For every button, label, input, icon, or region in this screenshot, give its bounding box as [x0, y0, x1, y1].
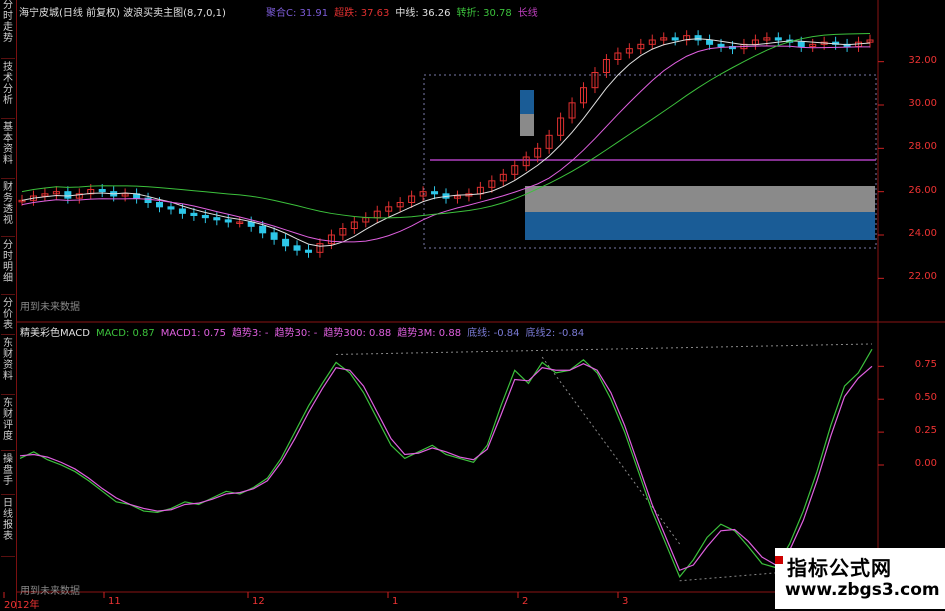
trend-line-upper	[336, 343, 873, 355]
candle-body-25	[304, 249, 312, 253]
bottom-legend-item-1: MACD: 0.87	[95, 328, 155, 339]
side-tab-bar: 分时走势技术分析基本资料财务透视分时明细分价表东财资料东财评度操盘手日线报表	[0, 0, 17, 609]
side-tab-1[interactable]: 技术分析	[1, 62, 15, 119]
side-tab-3[interactable]: 财务透视	[1, 182, 15, 237]
forecast-band-gray	[525, 186, 875, 212]
candle-body-20	[247, 221, 255, 227]
candle-body-36	[431, 191, 439, 195]
bottom-legend-item-8: 底线2: -0.84	[525, 328, 585, 339]
x-tick-label-5: 3	[622, 596, 629, 607]
bottom-panel-legend: 精美彩色MACD MACD: 0.87 MACD1: 0.75 趋势3: - 趋势30:…	[20, 324, 590, 339]
candle-body-66	[774, 37, 782, 41]
x-tick-label-2: 12	[252, 596, 265, 607]
macd-series-1	[19, 363, 873, 572]
candle-body-16	[201, 215, 209, 219]
candle-body-14	[178, 208, 186, 214]
side-tab-6[interactable]: 东财资料	[1, 338, 15, 395]
no-future-note-top: 用到未来数据	[20, 302, 80, 313]
watermark-url: www.zbgs3.com	[785, 580, 940, 600]
candle-body-61	[717, 43, 725, 47]
bottom-legend-item-6: 趋势3M: 0.88	[397, 328, 462, 339]
side-tab-8[interactable]: 操盘手	[1, 454, 15, 495]
candle-body-7	[98, 189, 106, 193]
legend-block-gray	[520, 114, 534, 136]
top-legend-item-4: 长线	[517, 8, 538, 19]
macd-series-0	[19, 348, 873, 579]
trend-line-lower	[679, 572, 776, 582]
candle-body-13	[167, 206, 175, 210]
top-legend-item-0: 聚合C: 31.91	[266, 8, 329, 19]
side-tab-9[interactable]: 日线报表	[1, 498, 15, 557]
no-future-note-bottom: 用到未来数据	[20, 586, 80, 597]
candle-body-24	[293, 245, 301, 251]
side-tab-4[interactable]: 分时明细	[1, 240, 15, 295]
bottom-legend-item-3: 趋势3: -	[231, 328, 269, 339]
candle-body-68	[797, 41, 805, 48]
macd-tick-label-2: 0.25	[914, 425, 937, 437]
macd-tick-label-1: 0.50	[914, 392, 937, 404]
bottom-legend-item-4: 趋势30: -	[274, 328, 318, 339]
price-tick-label-0: 32.00	[908, 54, 937, 66]
price-tick-label-3: 26.00	[908, 184, 937, 196]
trend-line-falling	[541, 356, 681, 545]
candle-body-57	[671, 37, 679, 41]
macd-tick-label-0: 0.75	[914, 359, 937, 371]
candle-body-23	[282, 238, 290, 247]
candle-body-4	[64, 191, 72, 199]
candle-body-17	[213, 217, 221, 221]
candle-body-15	[190, 212, 198, 216]
side-tab-5[interactable]: 分价表	[1, 298, 15, 335]
price-tick-label-5: 22.00	[908, 271, 937, 283]
price-tick-label-1: 30.00	[908, 98, 937, 109]
candle-body-12	[156, 202, 164, 208]
side-tab-2[interactable]: 基本资料	[1, 122, 15, 179]
price-tick-label-2: 28.00	[908, 141, 937, 153]
top-panel-title: 海宁皮城(日线 前复权) 波浪买卖主图(8,7,0,1)	[19, 8, 226, 19]
candle-body-22	[270, 232, 278, 240]
bottom-legend-item-7: 底线: -0.84	[467, 328, 520, 339]
top-legend-item-3: 转折: 30.78	[456, 8, 512, 19]
watermark-title: 指标公式网	[787, 556, 892, 580]
x-tick-label-4: 2	[522, 596, 529, 607]
candle-body-60	[706, 39, 714, 45]
x-tick-label-1: 11	[108, 596, 121, 607]
bottom-legend-item-2: MACD1: 0.75	[160, 328, 226, 339]
side-tab-7[interactable]: 东财评度	[1, 398, 15, 451]
watermark: 指标公式网 www.zbgs3.com	[775, 548, 945, 609]
candle-body-18	[224, 219, 232, 223]
macd-tick-label-3: 0.00	[914, 458, 937, 469]
top-legend-item-2: 中线: 36.26	[395, 8, 451, 19]
price-tick-label-4: 24.00	[908, 228, 937, 239]
bottom-legend-item-0: 精美彩色MACD	[20, 328, 90, 339]
side-tab-0[interactable]: 分时走势	[1, 0, 15, 59]
candle-body-21	[259, 225, 267, 234]
top-panel-legend: 聚合C: 31.91 超跌: 37.63 中线: 36.26 转折: 30.78 长线	[266, 4, 544, 19]
top-legend-item-1: 超跌: 37.63	[334, 8, 390, 19]
bottom-legend-item-5: 趋势300: 0.88	[323, 328, 392, 339]
watermark-dot	[775, 556, 783, 564]
chart-canvas	[3, 0, 945, 609]
x-tick-label-3: 1	[392, 596, 399, 607]
forecast-band-blue	[525, 212, 875, 240]
legend-block-blue	[520, 90, 534, 114]
